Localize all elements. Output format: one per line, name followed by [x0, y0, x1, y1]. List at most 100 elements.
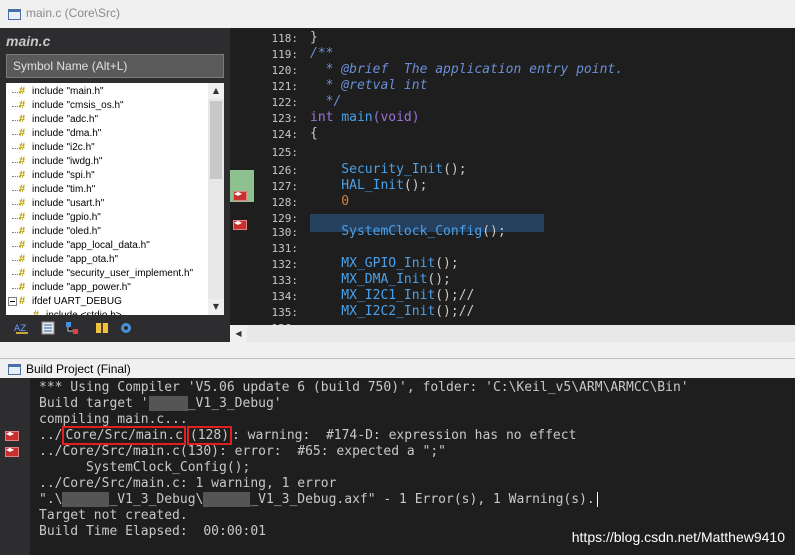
symbol-item[interactable]: # include "gpio.h"	[6, 211, 208, 225]
code-line[interactable]: */	[310, 94, 342, 109]
preprocessor-icon: #	[19, 99, 26, 111]
build-line-warning[interactable]: ../Core/Src/main.c (128): warning: #174-D…	[39, 426, 576, 445]
preprocessor-icon: #	[19, 127, 26, 139]
symbol-item-label: include "dma.h"	[32, 128, 102, 139]
symbol-item-label: include "cmsis_os.h"	[32, 100, 124, 111]
code-line[interactable]: int main(void)	[310, 110, 420, 125]
code-line[interactable]: {	[310, 126, 318, 141]
line-number: 130:	[271, 226, 299, 239]
gear-icon[interactable]	[118, 320, 134, 336]
collapse-icon[interactable]	[8, 297, 17, 306]
build-line-compiling: compiling main.c...	[39, 412, 188, 427]
symbol-item-label: include <stdio.h>	[46, 309, 122, 315]
preprocessor-icon: #	[19, 85, 26, 97]
redacted-text: xxxxx	[148, 396, 188, 411]
symbol-item[interactable]: # include "app_local_data.h"	[6, 239, 208, 253]
scroll-up-icon[interactable]: ▲	[208, 83, 224, 99]
editor-gutter	[230, 28, 254, 325]
line-number: 134:	[271, 290, 299, 303]
line-number: 131:	[271, 242, 299, 255]
symbol-item-label: include "i2c.h"	[32, 142, 95, 153]
preprocessor-icon: #	[19, 253, 26, 265]
symbols-panel: main.c Symbol Name (Alt+L) # include "mai…	[0, 28, 230, 342]
code-line[interactable]: MX_I2C2_Init();//	[310, 304, 474, 319]
build-line-summary: ../Core/Src/main.c: 1 warning, 1 error	[39, 476, 337, 491]
sort-az-icon[interactable]: AZ	[14, 320, 30, 336]
symbol-item[interactable]: # include "i2c.h"	[6, 141, 208, 155]
error-marker-icon	[233, 218, 247, 230]
scroll-left-icon[interactable]: ◀	[230, 325, 247, 342]
symbol-item[interactable]: # ifdef UART_DEBUG	[6, 295, 208, 309]
preprocessor-icon: #	[19, 239, 26, 251]
symbol-item[interactable]: # include "main.h"	[6, 85, 208, 99]
symbol-item[interactable]: # include "spi.h"	[6, 169, 208, 183]
code-line[interactable]: MX_I2C1_Init();//	[310, 288, 474, 303]
code-line[interactable]: HAL_Init();	[310, 178, 427, 193]
symbol-item-label: include "app_local_data.h"	[32, 240, 150, 251]
file-icon	[8, 9, 21, 20]
symbol-item-label: include "gpio.h"	[32, 212, 101, 223]
symbol-item[interactable]: # include "oled.h"	[6, 225, 208, 239]
build-output-title-bar: Build Project (Final)	[0, 358, 795, 379]
symbol-item-label: include "main.h"	[32, 86, 104, 97]
window-icon	[8, 364, 21, 375]
build-line-target: Build target 'xxxxx_V1_3_Debug'	[39, 396, 282, 411]
list-view-icon[interactable]	[40, 320, 56, 336]
symbols-toolbar: AZ	[6, 317, 224, 339]
preprocessor-icon: #	[19, 267, 26, 279]
warning-file-path: Core/Src/main.c (128)	[62, 426, 233, 445]
symbol-item[interactable]: # include "security_user_implement.h"	[6, 267, 208, 281]
build-line-error-context: SystemClock_Config();	[39, 460, 251, 475]
symbol-item[interactable]: # include "app_power.h"	[6, 281, 208, 295]
code-line[interactable]: Security_Init();	[310, 162, 466, 177]
code-line[interactable]: /**	[310, 46, 333, 61]
build-line-result: ".\xxxxxx_V1_3_Debug\xxxxxx_V1_3_Debug.a…	[39, 492, 598, 507]
code-line[interactable]: MX_DMA_Init();	[310, 272, 451, 287]
symbol-search-input[interactable]: Symbol Name (Alt+L)	[6, 54, 224, 78]
scroll-thumb[interactable]	[210, 101, 222, 179]
line-number: 119:	[271, 48, 299, 61]
preprocessor-icon: #	[19, 155, 26, 167]
code-line[interactable]: * @retval int	[310, 78, 428, 93]
symbol-item-label: include "security_user_implement.h"	[32, 268, 194, 279]
symbols-header: main.c	[6, 33, 51, 49]
build-output[interactable]: *** Using Compiler 'V5.06 update 6 (buil…	[30, 378, 795, 555]
symbol-item[interactable]: # include "dma.h"	[6, 127, 208, 141]
line-number: 132:	[271, 258, 299, 271]
line-number: 125:	[271, 146, 299, 159]
symbol-item-label: include "tim.h"	[32, 184, 96, 195]
symbol-item[interactable]: # include "adc.h"	[6, 113, 208, 127]
build-target-prefix: Build target '	[39, 396, 149, 411]
build-line-not-created: Target not created.	[39, 508, 188, 523]
line-number: 122:	[271, 96, 299, 109]
symbol-list-scrollbar[interactable]: ▲ ▼	[208, 83, 224, 315]
symbol-item[interactable]: # include "cmsis_os.h"	[6, 99, 208, 113]
symbol-item[interactable]: # include "iwdg.h"	[6, 155, 208, 169]
code-editor[interactable]: 118:} 119: /** 120: * @brief The applicatio…	[254, 28, 795, 325]
book-icon[interactable]	[94, 320, 110, 336]
preprocessor-icon: #	[19, 113, 26, 125]
build-target-suffix: _V1_3_Debug'	[187, 396, 282, 411]
code-line[interactable]: MX_GPIO_Init();	[310, 256, 458, 271]
preprocessor-icon: #	[19, 183, 26, 195]
editor-horizontal-scrollbar[interactable]: ◀	[230, 325, 795, 342]
symbol-item[interactable]: # include <stdio.h>	[6, 309, 208, 316]
code-line[interactable]: SystemClock_Config();	[310, 224, 505, 239]
preprocessor-icon: #	[19, 197, 26, 209]
code-line[interactable]: 0	[310, 194, 349, 209]
line-number: 121:	[271, 80, 299, 93]
code-line[interactable]: * @brief The application entry point.	[310, 62, 623, 77]
highlighted-line-number: (128)	[186, 426, 233, 445]
line-number: 129:	[271, 212, 299, 225]
symbol-item[interactable]: # include "tim.h"	[6, 183, 208, 197]
line-number: 135:	[271, 306, 299, 319]
code-line[interactable]: }	[310, 30, 318, 45]
symbol-item[interactable]: # include "usart.h"	[6, 197, 208, 211]
symbol-list[interactable]: # include "main.h" # include "cmsis_os.h" # i…	[6, 83, 208, 315]
tree-view-icon[interactable]	[64, 320, 80, 336]
symbol-item[interactable]: # include "app_ota.h"	[6, 253, 208, 267]
editor-title: main.c (Core\Src)	[26, 6, 121, 20]
build-line-error[interactable]: ../Core/Src/main.c(130): error: #65: exp…	[39, 444, 446, 459]
scroll-down-icon[interactable]: ▼	[208, 299, 224, 315]
line-number: 123:	[271, 112, 299, 125]
